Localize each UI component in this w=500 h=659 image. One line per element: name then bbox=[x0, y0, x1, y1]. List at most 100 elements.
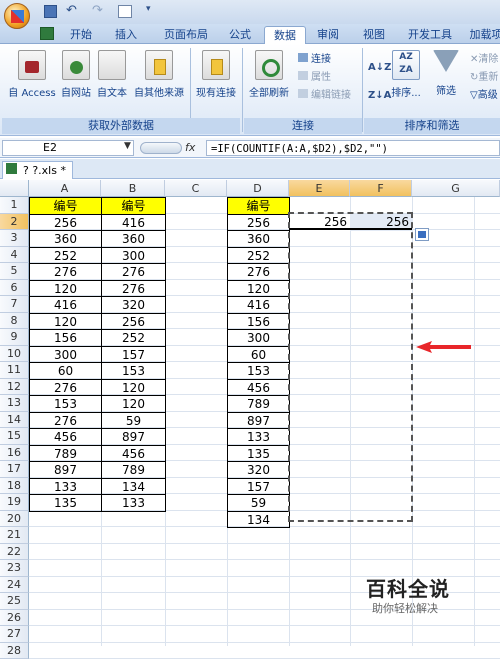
cell-d3[interactable]: 360 bbox=[227, 230, 290, 248]
row-header-26[interactable]: 26 bbox=[0, 610, 29, 627]
cell-a12[interactable]: 276 bbox=[29, 379, 102, 397]
tab-home[interactable]: 开始 bbox=[62, 26, 100, 44]
cell-d11[interactable]: 153 bbox=[227, 362, 290, 380]
cell-b19[interactable]: 133 bbox=[101, 494, 166, 512]
cell-a5[interactable]: 276 bbox=[29, 263, 102, 281]
cell-b14[interactable]: 59 bbox=[101, 412, 166, 430]
selection-range-e2-f20[interactable] bbox=[288, 212, 413, 522]
cell-d17[interactable]: 320 bbox=[227, 461, 290, 479]
cell-d10[interactable]: 60 bbox=[227, 346, 290, 364]
column-header-g[interactable]: G bbox=[412, 180, 500, 197]
column-header-c[interactable]: C bbox=[165, 180, 227, 197]
cell-d7[interactable]: 416 bbox=[227, 296, 290, 314]
row-header-14[interactable]: 14 bbox=[0, 412, 29, 429]
row-header-21[interactable]: 21 bbox=[0, 527, 29, 544]
tab-addins[interactable]: 加载项 bbox=[466, 26, 500, 44]
cell-d18[interactable]: 157 bbox=[227, 478, 290, 496]
quick-access-dropdown-icon[interactable]: ▾ bbox=[146, 4, 151, 14]
row-header-3[interactable]: 3 bbox=[0, 230, 29, 247]
cell-a3[interactable]: 360 bbox=[29, 230, 102, 248]
cell-a7[interactable]: 416 bbox=[29, 296, 102, 314]
row-header-20[interactable]: 20 bbox=[0, 511, 29, 528]
row-header-15[interactable]: 15 bbox=[0, 428, 29, 445]
name-box-dropdown-icon[interactable]: ▼ bbox=[124, 141, 131, 151]
print-preview-icon[interactable] bbox=[118, 5, 132, 18]
column-header-f[interactable]: F bbox=[350, 180, 412, 197]
cell-a17[interactable]: 897 bbox=[29, 461, 102, 479]
row-header-16[interactable]: 16 bbox=[0, 445, 29, 462]
cell-a6[interactable]: 120 bbox=[29, 280, 102, 298]
cell-d15[interactable]: 133 bbox=[227, 428, 290, 446]
cell-b11[interactable]: 153 bbox=[101, 362, 166, 380]
from-web-button[interactable]: 自网站 bbox=[58, 50, 94, 99]
cell-b6[interactable]: 276 bbox=[101, 280, 166, 298]
name-box[interactable]: E2 bbox=[2, 140, 134, 156]
tab-developer[interactable]: 开发工具 bbox=[402, 26, 458, 44]
formula-input[interactable]: =IF(COUNTIF(A:A,$D2),$D2,"") bbox=[206, 140, 500, 156]
row-header-17[interactable]: 17 bbox=[0, 461, 29, 478]
cell-d14[interactable]: 897 bbox=[227, 412, 290, 430]
row-header-18[interactable]: 18 bbox=[0, 478, 29, 495]
properties-item[interactable]: 属性 bbox=[298, 70, 331, 86]
column-header-e[interactable]: E bbox=[289, 180, 350, 197]
undo-icon[interactable]: ↶ bbox=[66, 3, 77, 18]
cell-b10[interactable]: 157 bbox=[101, 346, 166, 364]
tab-formulas[interactable]: 公式 bbox=[222, 26, 258, 44]
connections-item[interactable]: 连接 bbox=[298, 52, 331, 68]
column-header-b[interactable]: B bbox=[101, 180, 165, 197]
cell-d6[interactable]: 120 bbox=[227, 280, 290, 298]
existing-connections-button[interactable]: 现有连接 bbox=[192, 50, 240, 99]
header-cell-d1[interactable]: 编号 bbox=[227, 197, 290, 215]
cell-a4[interactable]: 252 bbox=[29, 247, 102, 265]
filter-button[interactable]: 筛选 bbox=[428, 50, 464, 97]
cell-a15[interactable]: 456 bbox=[29, 428, 102, 446]
cell-b2[interactable]: 416 bbox=[101, 214, 166, 232]
clear-item[interactable]: ✕清除 bbox=[470, 52, 498, 68]
tab-data[interactable]: 数据 bbox=[264, 26, 306, 45]
row-header-19[interactable]: 19 bbox=[0, 494, 29, 511]
cell-b12[interactable]: 120 bbox=[101, 379, 166, 397]
row-header-27[interactable]: 27 bbox=[0, 626, 29, 643]
row-header-9[interactable]: 9 bbox=[0, 329, 29, 346]
row-header-13[interactable]: 13 bbox=[0, 395, 29, 412]
cell-b15[interactable]: 897 bbox=[101, 428, 166, 446]
cell-b16[interactable]: 456 bbox=[101, 445, 166, 463]
cell-b8[interactable]: 256 bbox=[101, 313, 166, 331]
header-cell-a1[interactable]: 编号 bbox=[29, 197, 102, 215]
cell-a16[interactable]: 789 bbox=[29, 445, 102, 463]
row-header-24[interactable]: 24 bbox=[0, 577, 29, 594]
tab-review[interactable]: 审阅 bbox=[310, 26, 346, 44]
column-header-d[interactable]: D bbox=[227, 180, 289, 197]
cell-d5[interactable]: 276 bbox=[227, 263, 290, 281]
cell-b5[interactable]: 276 bbox=[101, 263, 166, 281]
auto-fill-options-icon[interactable] bbox=[415, 228, 429, 241]
from-text-button[interactable]: 自文本 bbox=[94, 50, 130, 99]
cell-a8[interactable]: 120 bbox=[29, 313, 102, 331]
cell-a2[interactable]: 256 bbox=[29, 214, 102, 232]
edit-links-item[interactable]: 编辑链接 bbox=[298, 88, 351, 104]
row-header-12[interactable]: 12 bbox=[0, 379, 29, 396]
cell-b3[interactable]: 360 bbox=[101, 230, 166, 248]
sort-button[interactable]: AZZA 排序... bbox=[388, 50, 424, 99]
row-header-11[interactable]: 11 bbox=[0, 362, 29, 379]
column-header-a[interactable]: A bbox=[29, 180, 101, 197]
from-other-sources-button[interactable]: 自其他来源 bbox=[130, 50, 188, 99]
row-header-25[interactable]: 25 bbox=[0, 593, 29, 610]
tab-view[interactable]: 视图 bbox=[356, 26, 392, 44]
cell-b4[interactable]: 300 bbox=[101, 247, 166, 265]
row-header-23[interactable]: 23 bbox=[0, 560, 29, 577]
select-all-corner[interactable] bbox=[0, 180, 29, 197]
row-header-10[interactable]: 10 bbox=[0, 346, 29, 363]
cell-d20[interactable]: 134 bbox=[227, 511, 290, 529]
formula-bar-splitter[interactable] bbox=[140, 142, 182, 154]
row-header-7[interactable]: 7 bbox=[0, 296, 29, 313]
from-access-button[interactable]: 自 Access bbox=[6, 50, 58, 99]
cell-a11[interactable]: 60 bbox=[29, 362, 102, 380]
row-header-1[interactable]: 1 bbox=[0, 197, 29, 214]
cell-a9[interactable]: 156 bbox=[29, 329, 102, 347]
cell-d13[interactable]: 789 bbox=[227, 395, 290, 413]
refresh-all-button[interactable]: 全部刷新 bbox=[244, 50, 294, 99]
cell-a18[interactable]: 133 bbox=[29, 478, 102, 496]
redo-icon[interactable]: ↷ bbox=[92, 3, 103, 18]
cell-d12[interactable]: 456 bbox=[227, 379, 290, 397]
